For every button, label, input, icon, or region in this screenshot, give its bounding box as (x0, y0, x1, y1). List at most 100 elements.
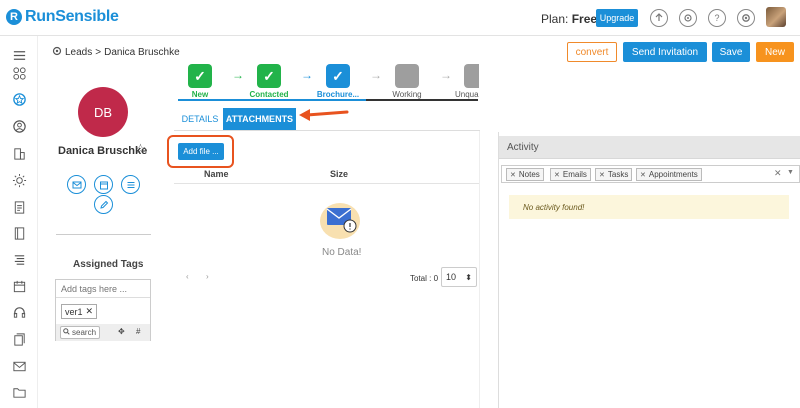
upload-icon[interactable] (650, 9, 668, 27)
book-icon[interactable] (11, 225, 27, 241)
save-button[interactable]: Save (712, 42, 750, 62)
logo-mark-icon: R (6, 9, 22, 25)
clear-filters-icon[interactable]: ✕ (774, 168, 782, 179)
filter-chip-emails[interactable]: ✕ Emails (550, 168, 591, 181)
no-data-icon (320, 203, 360, 239)
tags-box: ver1 ✕ search ✥ # (55, 279, 151, 341)
stage-label-working: Working (392, 90, 422, 99)
tab-underline (174, 130, 480, 131)
stage-brochure-icon[interactable]: ✓ (326, 64, 350, 88)
arrow-right-icon: → (301, 68, 313, 82)
stage-contacted-icon[interactable]: ✓ (257, 64, 281, 88)
plan-label: Plan: (541, 12, 569, 26)
idea-icon[interactable] (11, 172, 27, 188)
remove-filter-icon[interactable]: ✕ (640, 171, 646, 179)
page-size-select[interactable]: 10 ⬍ (441, 267, 477, 287)
no-data-text: No Data! (322, 247, 362, 258)
dashboard-icon[interactable] (11, 91, 27, 107)
calendar-small-icon (99, 181, 108, 189)
hash-icon[interactable]: # (136, 327, 140, 336)
tab-attachments[interactable]: ATTACHMENTS (223, 108, 296, 130)
send-invitation-button[interactable]: Send Invitation (623, 42, 707, 62)
stage-unqualified-icon[interactable] (464, 64, 479, 88)
pager-next[interactable]: › (206, 272, 209, 281)
filter-chip-appointments[interactable]: ✕ Appointments (636, 168, 702, 181)
breadcrumb-current: Danica Bruschke (104, 47, 180, 58)
stage-label-new: New (191, 90, 209, 99)
document-icon[interactable] (11, 199, 27, 215)
column-name[interactable]: Name (204, 169, 229, 179)
divider (56, 234, 151, 235)
mail-icon[interactable] (11, 358, 27, 374)
email-icon (72, 181, 81, 188)
annotation-arrow-icon (299, 109, 349, 121)
upgrade-button[interactable]: Upgrade (596, 9, 638, 27)
top-bar: R RunSensible Plan: Free Upgrade ? (0, 0, 800, 36)
remove-filter-icon[interactable]: ✕ (599, 171, 605, 179)
calendar-button[interactable] (94, 175, 113, 194)
remove-tag-icon[interactable]: ✕ (86, 306, 94, 317)
stage-label-contacted: Contacted (249, 90, 289, 99)
logo[interactable]: R RunSensible (6, 8, 119, 26)
settings-icon[interactable] (737, 9, 755, 27)
filter-label: Appointments (648, 170, 698, 179)
tags-footer: search ✥ # (56, 324, 150, 341)
stage-working-icon[interactable] (395, 64, 419, 88)
column-size[interactable]: Size (330, 169, 348, 179)
user-avatar[interactable] (766, 7, 786, 27)
tag-search-field[interactable]: search (60, 326, 100, 339)
filter-chip-tasks[interactable]: ✕ Tasks (595, 168, 633, 181)
tag-label: ver1 (65, 306, 83, 317)
menu-icon[interactable] (11, 47, 27, 63)
tasks-button[interactable] (121, 175, 140, 194)
email-button[interactable] (67, 175, 86, 194)
dropdown-caret-icon[interactable]: ▼ (787, 169, 794, 176)
grid-icon[interactable] (11, 65, 27, 81)
headset-icon[interactable] (11, 304, 27, 320)
activity-header: Activity (499, 136, 800, 159)
note-button[interactable] (94, 195, 113, 214)
stage-label-unqualified: Unqua (455, 90, 479, 99)
filter-label: Tasks (607, 170, 629, 179)
breadcrumb-root[interactable]: Leads (65, 47, 92, 58)
list-icon[interactable] (11, 251, 27, 267)
tasks-icon (127, 181, 134, 188)
building-icon[interactable] (11, 145, 27, 161)
tag-chip: ver1 ✕ (61, 304, 98, 319)
pager-prev[interactable]: ‹ (186, 272, 189, 281)
convert-button[interactable]: convert (567, 42, 617, 62)
move-icon[interactable]: ✥ (118, 327, 125, 336)
filter-chip-notes[interactable]: ✕ Notes (506, 168, 544, 181)
stage-label-brochure: Brochure... (316, 90, 360, 99)
new-button[interactable]: New (756, 42, 794, 62)
logo-text: RunSensible (25, 8, 119, 25)
stage-new-icon[interactable]: ✓ (188, 64, 212, 88)
remove-filter-icon[interactable]: ✕ (510, 171, 516, 179)
star-icon[interactable]: ☆ (133, 141, 148, 156)
arrow-right-icon: → (232, 68, 244, 82)
tags-input[interactable] (56, 280, 150, 298)
help-icon[interactable]: ? (708, 9, 726, 27)
contacts-icon[interactable] (11, 118, 27, 134)
activity-filter[interactable]: ✕ Notes ✕ Emails ✕ Tasks ✕ Appointments … (501, 165, 800, 183)
table-header-divider (174, 183, 480, 184)
total-count: Total : 0 (410, 274, 439, 283)
arrow-right-icon: → (440, 68, 452, 82)
pencil-icon (99, 200, 108, 209)
gear-icon[interactable] (52, 46, 62, 59)
invoice-icon[interactable] (11, 331, 27, 347)
assigned-tags-title: Assigned Tags (73, 259, 144, 270)
folder-icon[interactable] (11, 384, 27, 400)
calendar-icon[interactable] (11, 278, 27, 294)
search-icon (63, 328, 70, 337)
support-icon[interactable] (679, 9, 697, 27)
annotation-highlight (167, 135, 234, 168)
tab-details[interactable]: DETAILS (180, 108, 220, 130)
page-size-value: 10 (446, 272, 457, 282)
filter-label: Notes (518, 170, 540, 179)
content-divider (479, 131, 480, 408)
plan-value: Free (571, 12, 598, 26)
sort-caret-icon: ⬍ (465, 272, 472, 282)
left-nav (0, 36, 38, 408)
remove-filter-icon[interactable]: ✕ (554, 171, 560, 179)
